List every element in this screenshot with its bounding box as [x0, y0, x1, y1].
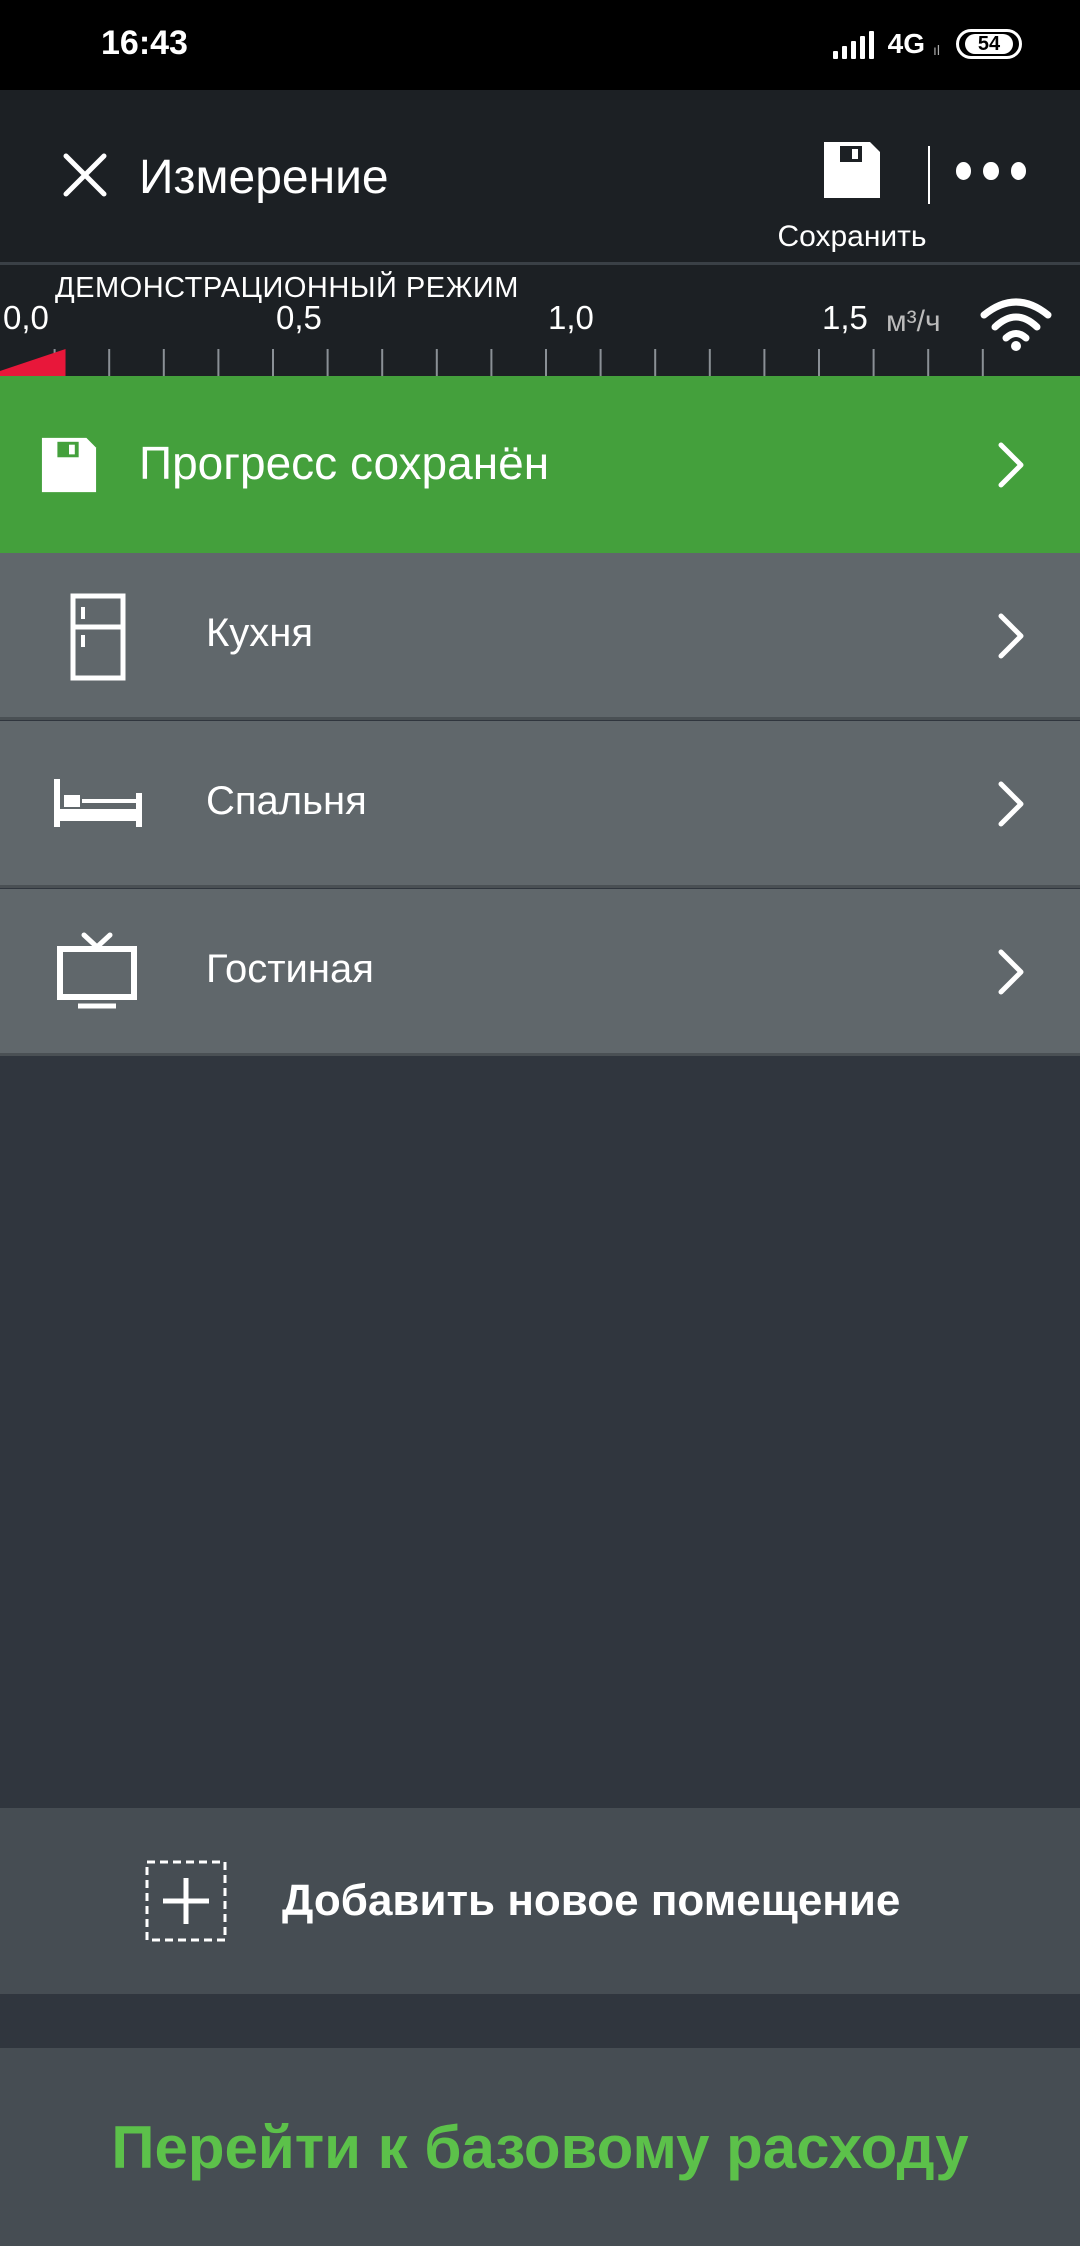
floppy-disk-icon	[824, 142, 880, 198]
close-icon[interactable]	[62, 152, 108, 198]
room-item-bedroom[interactable]: Спальня	[0, 721, 1080, 888]
chevron-right-icon	[998, 442, 1024, 488]
tick-label: 1,0	[548, 299, 594, 336]
status-bar: 16:43 4G ıl 54	[0, 0, 1080, 90]
tick-label: 1,5	[822, 299, 868, 336]
flow-meter: ДЕМОНСТРАЦИОННЫЙ РЕЖИМ 0,0 0,5 1,0 1,5 м…	[0, 262, 1080, 379]
floppy-disk-icon	[41, 437, 97, 493]
add-room-label: Добавить новое помещение	[282, 1876, 901, 1925]
battery-level: 54	[965, 33, 1013, 55]
fridge-icon	[70, 593, 126, 681]
status-indicators: 4G ıl 54	[832, 28, 1022, 60]
signal-icon	[832, 29, 874, 59]
add-square-icon	[145, 1860, 227, 1942]
network-type: 4G	[887, 28, 925, 59]
chevron-right-icon	[998, 949, 1024, 995]
more-horizontal-icon[interactable]	[956, 162, 1026, 192]
save-button[interactable]: Сохранить	[770, 140, 934, 253]
header-divider	[928, 146, 930, 204]
room-label: Спальня	[206, 779, 367, 823]
app-header: Измерение Сохранить	[0, 90, 1080, 262]
meter-scale	[0, 349, 984, 379]
wifi-icon	[980, 298, 1052, 351]
add-room-button[interactable]: Добавить новое помещение	[0, 1808, 1080, 1994]
battery-icon: 54	[956, 29, 1022, 59]
room-label: Кухня	[206, 611, 314, 655]
chevron-right-icon	[998, 781, 1024, 827]
status-time: 16:43	[101, 24, 188, 62]
tick-label: 0,5	[276, 299, 322, 336]
room-label: Гостиная	[206, 947, 374, 991]
progress-saved-text: Прогресс сохранён	[139, 437, 550, 489]
cta-label: Перейти к базовому расходу	[111, 2113, 969, 2181]
network-activity: ıl	[933, 42, 940, 58]
room-item-kitchen[interactable]: Кухня	[0, 553, 1080, 720]
chevron-right-icon	[998, 613, 1024, 659]
progress-saved-banner[interactable]: Прогресс сохранён	[0, 376, 1080, 553]
meter-value-indicator	[0, 349, 66, 379]
tick-label: 0,0	[3, 299, 49, 336]
meter-unit: м³/ч	[886, 305, 941, 338]
go-to-base-consumption-button[interactable]: Перейти к базовому расходу	[0, 2048, 1080, 2246]
tv-icon	[57, 932, 137, 1009]
room-item-living-room[interactable]: Гостиная	[0, 889, 1080, 1056]
page-title: Измерение	[139, 151, 389, 204]
save-label: Сохранить	[777, 220, 927, 253]
bed-icon	[54, 779, 142, 827]
